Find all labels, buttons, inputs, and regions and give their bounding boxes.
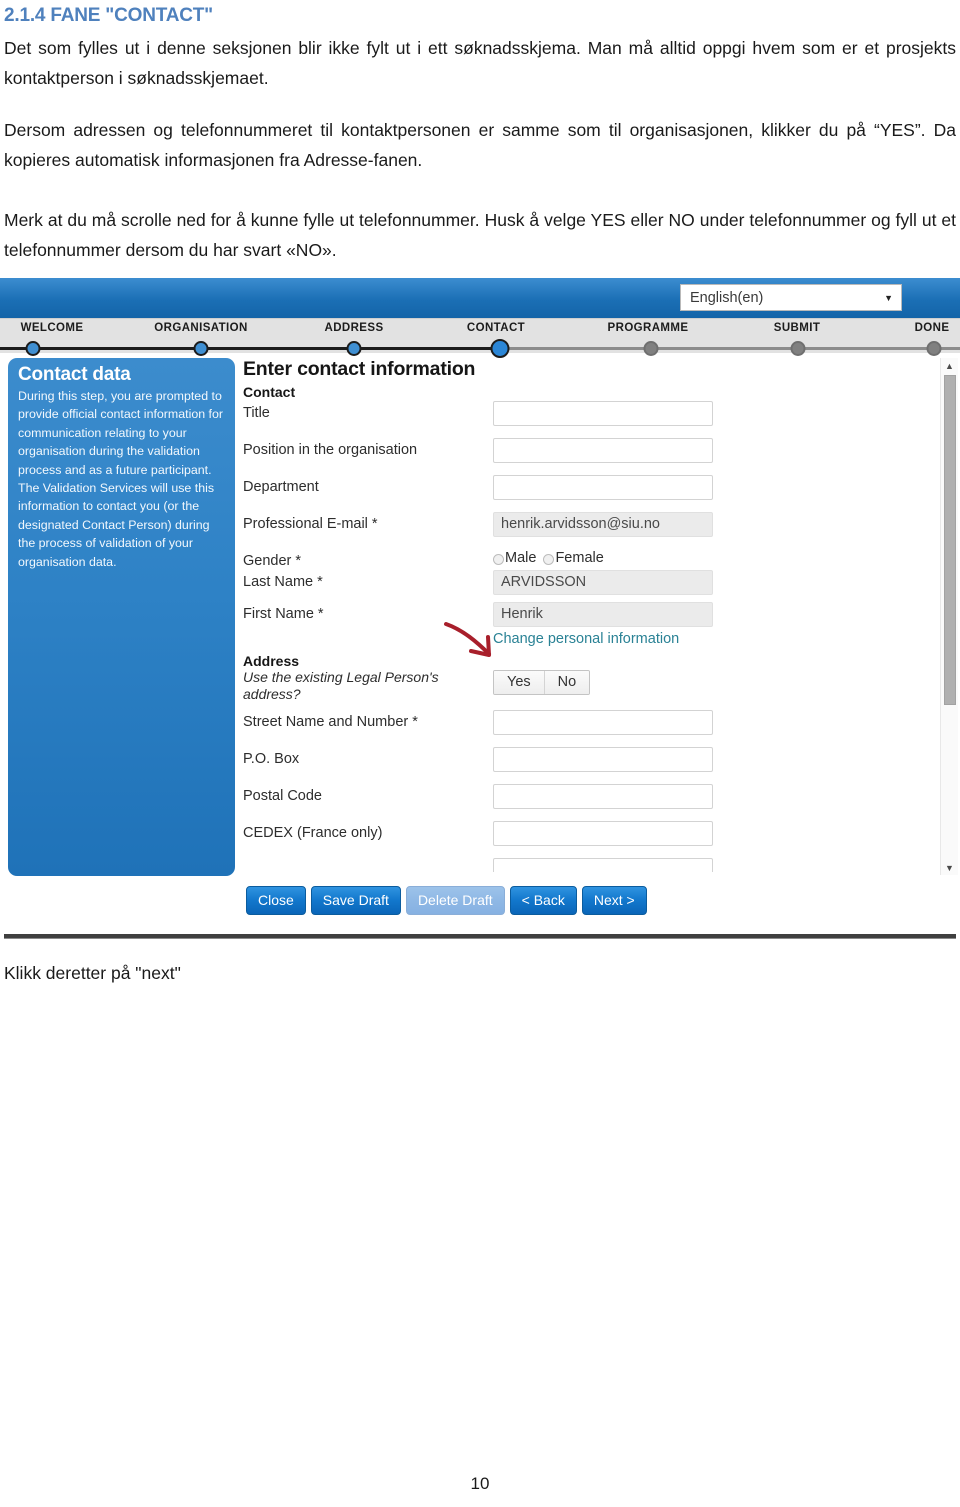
address-section-label: Address bbox=[243, 653, 300, 669]
next-button[interactable]: Next > bbox=[581, 886, 647, 915]
field-row: Use the existing Legal Person's address?… bbox=[243, 669, 933, 710]
help-panel-title: Contact data bbox=[18, 364, 131, 385]
step-dot-organisation[interactable] bbox=[193, 341, 209, 356]
vertical-scrollbar[interactable]: ▲ ▼ bbox=[940, 358, 958, 875]
scrollbar-thumb[interactable] bbox=[944, 375, 956, 705]
title-label: Title bbox=[243, 405, 270, 421]
paragraph-3: Merk at du må scrolle ned for å kunne fy… bbox=[4, 210, 956, 260]
step-label-welcome[interactable]: WELCOME bbox=[21, 322, 84, 334]
use-legal-address-toggle[interactable]: Yes No bbox=[493, 670, 591, 695]
use-legal-address-label: Use the existing Legal Person's address? bbox=[243, 669, 439, 702]
field-row: Department bbox=[243, 475, 933, 512]
step-dot-address[interactable] bbox=[346, 341, 362, 356]
yes-button[interactable]: Yes bbox=[494, 671, 544, 694]
step-label-done[interactable]: DONE bbox=[915, 322, 950, 334]
email-input: henrik.arvidsson@siu.no bbox=[493, 512, 713, 537]
help-panel: Contact data During this step, you are p… bbox=[8, 358, 235, 876]
language-select[interactable]: English(en) ▼ bbox=[680, 284, 902, 311]
radio-female-icon[interactable] bbox=[543, 553, 555, 565]
department-input[interactable] bbox=[493, 475, 713, 500]
chevron-down-icon: ▼ bbox=[884, 292, 893, 303]
step-rail-completed bbox=[0, 347, 500, 350]
field-row: CEDEX (France only) bbox=[243, 821, 933, 858]
title-input[interactable] bbox=[493, 401, 713, 426]
step-dot-contact[interactable] bbox=[490, 339, 510, 358]
close-button[interactable]: Close bbox=[246, 886, 306, 915]
help-panel-body: During this step, you are prompted to pr… bbox=[18, 389, 224, 569]
step-label-programme[interactable]: PROGRAMME bbox=[608, 322, 689, 334]
field-row: P.O. Box bbox=[243, 747, 933, 784]
field-row: First Name * Henrik bbox=[243, 591, 933, 631]
form-action-bar: Close Save Draft Delete Draft < Back Nex… bbox=[246, 886, 647, 915]
street-label: Street Name and Number * bbox=[243, 714, 418, 730]
save-draft-button[interactable]: Save Draft bbox=[310, 886, 401, 915]
document-page: 2.1.4 FANE "CONTACT" Det som fylles ut i… bbox=[0, 0, 960, 265]
position-label: Position in the organisation bbox=[243, 442, 418, 458]
last-name-label: Last Name * bbox=[243, 574, 323, 590]
step-label-contact[interactable]: CONTACT bbox=[467, 322, 525, 334]
scroll-down-icon[interactable]: ▼ bbox=[941, 860, 958, 875]
cedex-label: CEDEX (France only) bbox=[243, 825, 383, 841]
scroll-up-icon[interactable]: ▲ bbox=[941, 358, 958, 373]
gender-label: Gender * bbox=[243, 553, 302, 569]
field-row: Street Name and Number * bbox=[243, 710, 933, 747]
position-input[interactable] bbox=[493, 438, 713, 463]
paragraph-1: Det som fylles ut i denne seksjonen blir… bbox=[4, 38, 956, 88]
contact-section-label: Contact bbox=[243, 384, 296, 400]
email-label: Professional E-mail * bbox=[243, 516, 378, 532]
radio-female-label[interactable]: Female bbox=[555, 550, 603, 566]
field-row: Gender * Male Female bbox=[243, 549, 933, 570]
paragraph-2: Dersom adressen og telefonnummeret til k… bbox=[4, 120, 956, 170]
step-label-organisation[interactable]: ORGANISATION bbox=[154, 322, 247, 334]
section-heading: 2.1.4 FANE "CONTACT" bbox=[4, 5, 213, 26]
department-label: Department bbox=[243, 479, 319, 495]
gender-radio-group: Male Female bbox=[493, 550, 604, 566]
field-row: Last Name * ARVIDSSON bbox=[243, 570, 933, 595]
delete-draft-button[interactable]: Delete Draft bbox=[405, 886, 505, 915]
cedex-input[interactable] bbox=[493, 821, 713, 846]
radio-male-label[interactable]: Male bbox=[505, 550, 536, 566]
po-box-input[interactable] bbox=[493, 747, 713, 772]
po-box-label: P.O. Box bbox=[243, 751, 300, 767]
street-input[interactable] bbox=[493, 710, 713, 735]
postal-code-input[interactable] bbox=[493, 784, 713, 809]
embedded-screenshot: English(en) ▼ WELCOME ORGANISATION ADDRE… bbox=[0, 278, 960, 930]
radio-male-icon[interactable] bbox=[493, 553, 504, 565]
back-button[interactable]: < Back bbox=[509, 886, 577, 915]
step-dot-programme[interactable] bbox=[643, 341, 659, 356]
change-personal-row: Change personal information bbox=[243, 622, 933, 657]
change-personal-information-link[interactable]: Change personal information bbox=[493, 631, 679, 647]
step-dot-done[interactable] bbox=[926, 341, 942, 356]
step-dot-submit[interactable] bbox=[790, 341, 806, 356]
first-name-label: First Name * bbox=[243, 606, 324, 622]
step-label-submit[interactable]: SUBMIT bbox=[774, 322, 820, 334]
clipped-input[interactable] bbox=[493, 858, 713, 872]
field-row: Professional E-mail * henrik.arvidsson@s… bbox=[243, 512, 933, 549]
field-row-clipped bbox=[243, 858, 933, 872]
field-row: Position in the organisation bbox=[243, 438, 933, 475]
postal-code-label: Postal Code bbox=[243, 788, 322, 804]
step-label-address[interactable]: ADDRESS bbox=[324, 322, 383, 334]
step-dot-welcome[interactable] bbox=[25, 341, 41, 356]
first-name-input: Henrik bbox=[493, 602, 713, 627]
footer-divider bbox=[4, 934, 956, 939]
language-select-value: English(en) bbox=[690, 289, 764, 306]
field-row: Title bbox=[243, 401, 933, 438]
no-button[interactable]: No bbox=[543, 671, 590, 694]
page-number: 10 bbox=[470, 1474, 490, 1493]
field-row: Postal Code bbox=[243, 784, 933, 821]
footer-instruction: Klikk deretter på "next" bbox=[4, 963, 181, 983]
contact-form: Enter contact information Contact Title … bbox=[243, 358, 933, 872]
form-title: Enter contact information bbox=[243, 358, 476, 380]
step-rail-remaining bbox=[500, 347, 960, 350]
